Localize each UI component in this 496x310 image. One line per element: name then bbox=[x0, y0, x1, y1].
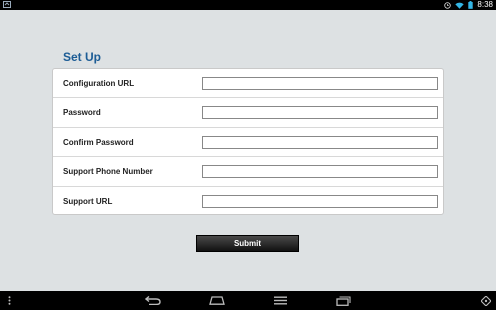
alarm-icon bbox=[444, 1, 452, 9]
form-row-configuration-url: Configuration URL bbox=[53, 69, 443, 99]
page-title: Set Up bbox=[63, 50, 102, 64]
navigation-bar bbox=[0, 291, 496, 310]
main-screen: Set Up Configuration URL Password Confir… bbox=[0, 10, 496, 291]
submit-button[interactable]: Submit bbox=[196, 235, 299, 252]
form-row-support-phone-number: Support Phone Number bbox=[53, 157, 443, 187]
setup-form: Configuration URL Password Confirm Passw… bbox=[52, 68, 444, 215]
status-bar: 8:38 bbox=[0, 0, 496, 10]
menu-dots-icon[interactable] bbox=[5, 294, 13, 307]
notification-icon bbox=[3, 1, 11, 8]
confirm-password-label: Confirm Password bbox=[63, 137, 134, 147]
overflow-menu-icon[interactable] bbox=[272, 294, 288, 307]
form-row-password: Password bbox=[53, 98, 443, 128]
password-field[interactable] bbox=[202, 106, 438, 120]
battery-icon bbox=[468, 1, 474, 9]
status-time: 8:38 bbox=[477, 0, 493, 9]
support-url-field[interactable] bbox=[202, 194, 438, 208]
recent-apps-icon[interactable] bbox=[333, 294, 353, 307]
confirm-password-field[interactable] bbox=[202, 135, 438, 149]
back-icon[interactable] bbox=[143, 294, 163, 307]
form-row-confirm-password: Confirm Password bbox=[53, 128, 443, 158]
form-row-support-url: Support URL bbox=[53, 187, 443, 216]
wifi-icon bbox=[455, 2, 465, 9]
support-phone-number-label: Support Phone Number bbox=[63, 167, 153, 177]
configuration-url-field[interactable] bbox=[202, 77, 438, 90]
status-icons: 8:38 bbox=[444, 0, 493, 10]
password-label: Password bbox=[63, 108, 101, 118]
home-icon[interactable] bbox=[207, 294, 227, 307]
screen-rotate-icon[interactable] bbox=[480, 294, 492, 307]
support-phone-number-field[interactable] bbox=[202, 165, 438, 179]
configuration-url-label: Configuration URL bbox=[63, 79, 135, 88]
support-url-label: Support URL bbox=[63, 196, 113, 206]
